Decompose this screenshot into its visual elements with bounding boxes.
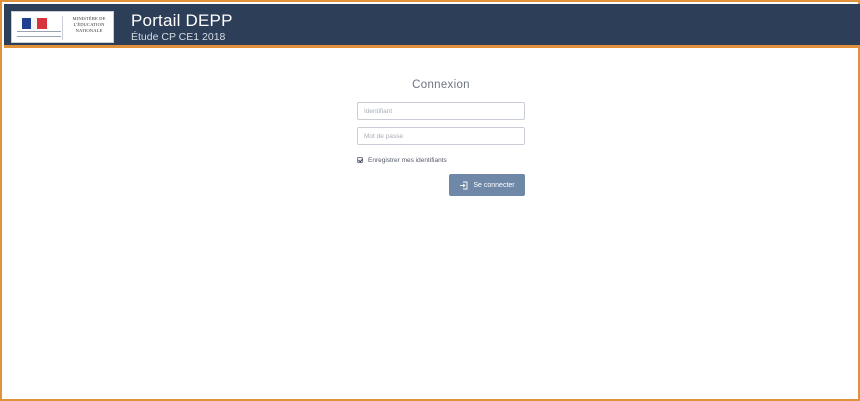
password-input[interactable]	[357, 127, 525, 145]
marianne-flag-icon	[17, 18, 61, 38]
app-subtitle: Étude CP CE1 2018	[131, 31, 226, 43]
sign-in-icon	[459, 181, 468, 190]
remember-checkbox[interactable]	[357, 157, 363, 163]
remember-label: Enregistrer mes identifiants	[368, 156, 447, 164]
top-header: MINISTÈRE DE L'ÉDUCATION NATIONALE Porta…	[4, 4, 860, 48]
app-title: Portail DEPP	[131, 11, 233, 30]
login-button[interactable]: Se connecter	[449, 174, 525, 196]
login-title: Connexion	[412, 79, 470, 91]
login-button-label: Se connecter	[473, 181, 515, 189]
ministry-name: MINISTÈRE DE L'ÉDUCATION NATIONALE	[72, 16, 106, 33]
remember-me[interactable]: Enregistrer mes identifiants	[357, 155, 447, 165]
username-input[interactable]	[357, 102, 525, 120]
page-frame: MINISTÈRE DE L'ÉDUCATION NATIONALE Porta…	[0, 0, 860, 401]
logo-divider	[62, 16, 63, 40]
ministry-logo: MINISTÈRE DE L'ÉDUCATION NATIONALE	[11, 11, 114, 43]
